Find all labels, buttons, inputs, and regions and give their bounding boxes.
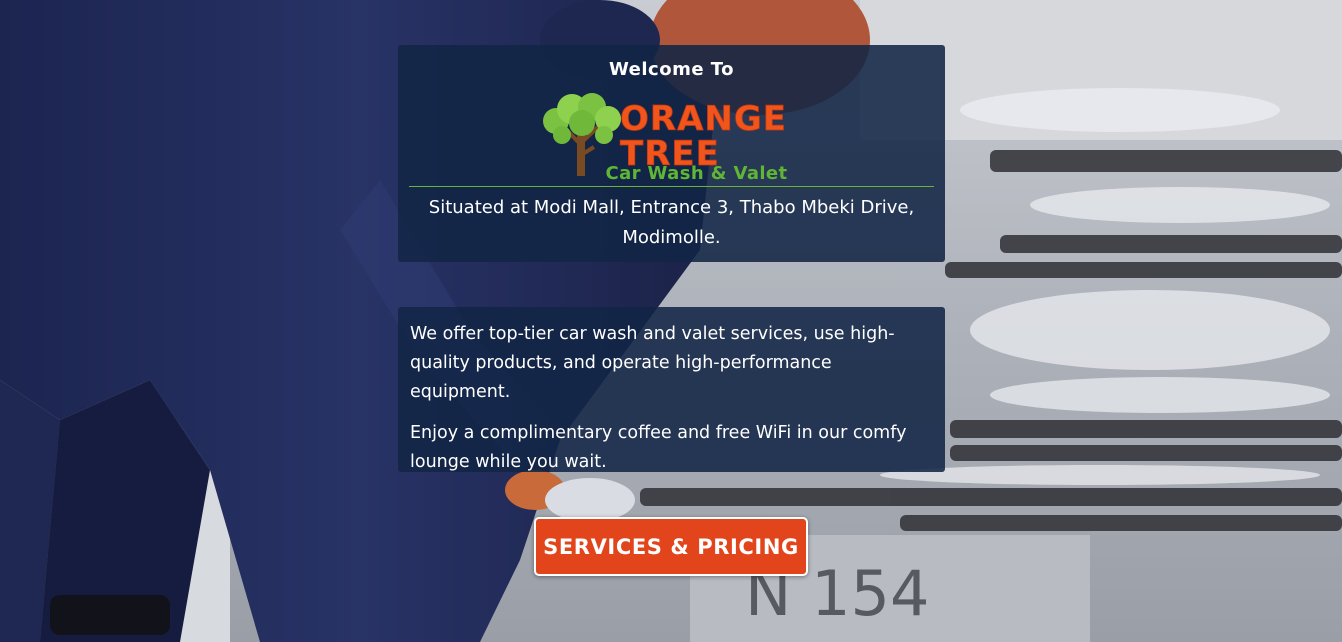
- services-pricing-button[interactable]: SERVICES & PRICING: [534, 517, 808, 576]
- info-panel: We offer top-tier car wash and valet ser…: [398, 307, 945, 472]
- welcome-panel: Welcome To ORANGE TREE Car Wash & Valet …: [398, 45, 945, 262]
- brand-tagline: Car Wash & Valet: [605, 163, 788, 184]
- brand-name-line1: ORANGE: [620, 99, 787, 139]
- info-paragraph-lounge: Enjoy a complimentary coffee and free Wi…: [410, 423, 907, 472]
- address-text: Situated at Modi Mall, Entrance 3, Thabo…: [428, 197, 915, 248]
- welcome-heading: Welcome To: [608, 59, 735, 80]
- divider: [409, 186, 934, 187]
- info-paragraph-services: We offer top-tier car wash and valet ser…: [410, 324, 895, 402]
- hero-section: N 154 Welcome To ORANGE TREE Car Wash & …: [0, 0, 1342, 642]
